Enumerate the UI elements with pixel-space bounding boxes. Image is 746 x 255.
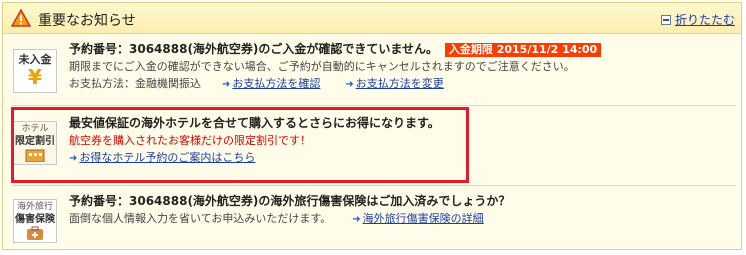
insurance-badge-line2: 傷害保険	[15, 214, 55, 225]
divider	[11, 185, 735, 186]
insurance-badge: 海外旅行 傷害保険	[13, 199, 57, 243]
collapse-icon	[660, 14, 671, 25]
unpaid-content: 予約番号：3064888(海外航空券)のご入金が確認できていません。 入金期限 …	[69, 41, 602, 93]
change-payment-link[interactable]: お支払方法を変更	[356, 77, 444, 90]
panel-header: 重要なお知らせ 折りたたむ	[3, 3, 741, 34]
notice-insurance: 海外旅行 傷害保険 予約番号：3064888(海外航空券)の海外旅行傷害保険はご…	[7, 193, 737, 245]
panel-title: 重要なお知らせ	[38, 13, 136, 29]
arrow-icon: ➜	[352, 214, 361, 225]
notice-unpaid: 未入金 ¥ 予約番号：3064888(海外航空券)のご入金が確認できていません。…	[7, 41, 737, 103]
insurance-content: 予約番号：3064888(海外航空券)の海外旅行傷害保険はご加入済みでしょうか？…	[69, 193, 510, 228]
unpaid-badge: 未入金 ¥	[13, 49, 57, 93]
unpaid-body: 期限までにご入金の確認ができない場合、ご予約が自動的にキャンセルされますのでご注…	[69, 60, 575, 73]
insurance-badge-line1: 海外旅行	[16, 202, 53, 212]
insurance-detail-link[interactable]: 海外旅行傷害保険の詳細	[363, 212, 484, 225]
divider	[11, 105, 735, 106]
collapse-button[interactable]: 折りたたむ	[660, 11, 735, 28]
insurance-title: 予約番号：3064888(海外航空券)の海外旅行傷害保険はご加入済みでしょうか？	[69, 194, 511, 208]
insurance-icon	[27, 226, 43, 240]
collapse-label: 折りたたむ	[674, 13, 735, 27]
yen-icon: ¥	[28, 65, 42, 89]
arrow-icon: ➜	[345, 79, 354, 90]
warning-icon	[11, 9, 31, 27]
arrow-icon: ➜	[222, 79, 231, 90]
deadline-badge: 入金期限 2015/11/2 14:00	[444, 43, 602, 57]
check-payment-link[interactable]: お支払方法を確認	[232, 77, 320, 90]
highlight-frame	[11, 107, 469, 183]
insurance-body: 面倒な個人情報入力を省いてお申込みいただけます。	[69, 212, 332, 225]
important-notices-panel: 重要なお知らせ 折りたたむ 未入金 ¥ 予約番号：3064888(海外航空券)の…	[2, 2, 742, 250]
payment-method-label: お支払方法：金融機関振込	[69, 77, 201, 90]
unpaid-title: 予約番号：3064888(海外航空券)のご入金が確認できていません。	[69, 42, 439, 56]
